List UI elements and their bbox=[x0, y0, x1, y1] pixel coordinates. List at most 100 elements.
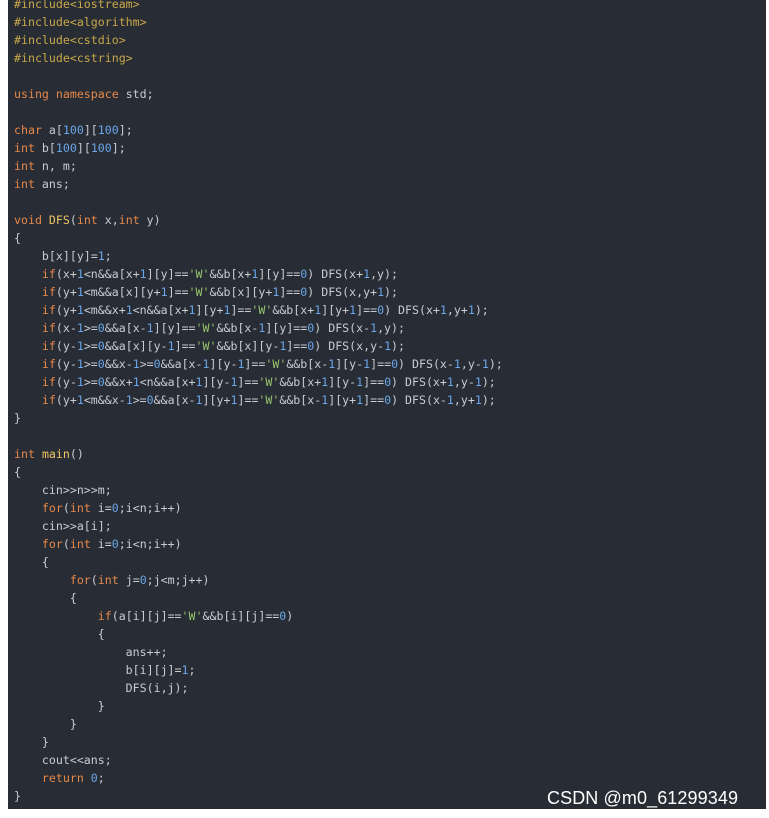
code-token: b[i][j]= bbox=[14, 663, 182, 677]
code-line: if(x+1<n&&a[x+1][y]=='W'&&b[x+1][y]==0) … bbox=[14, 265, 503, 283]
code-token: 0 bbox=[111, 537, 119, 551]
code-line: int n, m; bbox=[14, 157, 503, 175]
code-token: if bbox=[41, 375, 56, 389]
code-token: 1 bbox=[76, 357, 84, 371]
code-token: b[x][y]= bbox=[14, 249, 98, 263]
code-token: ,y- bbox=[460, 357, 482, 371]
code-token: ]== bbox=[370, 357, 392, 371]
code-token: 1 bbox=[195, 375, 203, 389]
code-token: ]== bbox=[363, 375, 385, 389]
code-line: #include<cstring> bbox=[14, 49, 503, 67]
code-token: 1 bbox=[76, 321, 84, 335]
code-token: <n&&a[x+ bbox=[132, 303, 189, 317]
code-token: ) DFS(x+ bbox=[384, 303, 440, 317]
code-line: if(y-1>=0&&a[x][y-1]=='W'&&b[x][y-1]==0)… bbox=[14, 337, 503, 355]
code-token: 1 bbox=[146, 321, 154, 335]
code-token: ); bbox=[481, 393, 496, 407]
code-line: } bbox=[14, 787, 503, 805]
code-token: i= bbox=[90, 501, 112, 515]
code-token: ,y); bbox=[370, 267, 398, 281]
code-token: if bbox=[97, 609, 112, 623]
code-token: return bbox=[41, 771, 84, 785]
code-token: ][y]== bbox=[265, 321, 308, 335]
code-token: #include<cstring> bbox=[14, 51, 133, 65]
code-token: } bbox=[14, 735, 49, 749]
code-token: 1 bbox=[132, 357, 140, 371]
code-token: a[ bbox=[41, 123, 63, 137]
code-token: cin>>a[i]; bbox=[14, 519, 112, 533]
code-token: &&a[x][y- bbox=[104, 339, 168, 353]
code-token: main bbox=[41, 447, 70, 461]
code-token: (x+ bbox=[55, 267, 77, 281]
code-token: ) bbox=[286, 609, 294, 623]
code-token: 0 bbox=[111, 501, 119, 515]
code-line: ans++; bbox=[14, 643, 503, 661]
code-token: (y+ bbox=[55, 285, 77, 299]
code-token: <m&&x+ bbox=[83, 303, 126, 317]
code-line: char a[100][100]; bbox=[14, 121, 503, 139]
code-token: 1 bbox=[76, 393, 84, 407]
code-token: ; bbox=[104, 249, 112, 263]
code-token: &&a[x- bbox=[153, 393, 196, 407]
code-token: ][y]== bbox=[258, 267, 301, 281]
code-token: j= bbox=[118, 573, 140, 587]
code-token: 0 bbox=[384, 393, 392, 407]
code-token: ,y+ bbox=[453, 393, 475, 407]
code-token: DFS bbox=[48, 213, 70, 227]
code-token: ( bbox=[90, 573, 98, 587]
code-token: 1 bbox=[76, 267, 84, 281]
code-token: 1 bbox=[202, 357, 210, 371]
code-token: 1 bbox=[97, 249, 105, 263]
code-token: if bbox=[41, 303, 56, 317]
code-token: &&x- bbox=[104, 357, 133, 371]
code-token: 1 bbox=[76, 339, 84, 353]
code-token: ); bbox=[481, 375, 496, 389]
code-token: 1 bbox=[384, 339, 392, 353]
code-token: &&b[x- bbox=[216, 321, 259, 335]
code-line: using namespace std; bbox=[14, 85, 503, 103]
code-token: 1 bbox=[453, 357, 461, 371]
code-token: >= bbox=[83, 375, 98, 389]
code-token: x, bbox=[97, 213, 119, 227]
code-token: ]== bbox=[167, 285, 189, 299]
code-token: ,y+ bbox=[446, 303, 468, 317]
code-token: int bbox=[76, 213, 98, 227]
code-token: >= bbox=[83, 321, 98, 335]
code-line: int b[100][100]; bbox=[14, 139, 503, 157]
code-token: 1 bbox=[139, 267, 147, 281]
code-line: } bbox=[14, 409, 503, 427]
code-token: >= bbox=[83, 357, 98, 371]
code-token: 1 bbox=[132, 375, 140, 389]
code-token: if bbox=[41, 393, 56, 407]
code-token: ;i<n;i++) bbox=[118, 537, 182, 551]
code-token: ans; bbox=[34, 177, 70, 191]
code-token: { bbox=[14, 231, 21, 245]
code-token: ]== bbox=[356, 303, 378, 317]
code-token: ; bbox=[97, 771, 105, 785]
code-token: int bbox=[14, 141, 35, 155]
code-token: 1 bbox=[188, 303, 196, 317]
code-token: 1 bbox=[195, 393, 203, 407]
code-line: cin>>n>>m; bbox=[14, 481, 503, 499]
code-token: ) DFS(x,y- bbox=[314, 339, 385, 353]
code-token: } bbox=[14, 789, 21, 803]
code-token: { bbox=[14, 465, 21, 479]
code-token: 0 bbox=[97, 339, 105, 353]
code-token: 1 bbox=[474, 393, 482, 407]
code-token: ][y- bbox=[202, 375, 231, 389]
code-line: if(y+1<m&&x-1>=0&&a[x-1][y+1]=='W'&&b[x-… bbox=[14, 391, 503, 409]
code-token: ); bbox=[391, 339, 406, 353]
code-token: <m&&x- bbox=[83, 393, 126, 407]
code-token: ,y); bbox=[377, 321, 405, 335]
code-token: y) bbox=[139, 213, 161, 227]
code-token: (a[i][j]== bbox=[111, 609, 182, 623]
code-token: &&b[x][y+ bbox=[209, 285, 273, 299]
code-token: i= bbox=[90, 537, 112, 551]
